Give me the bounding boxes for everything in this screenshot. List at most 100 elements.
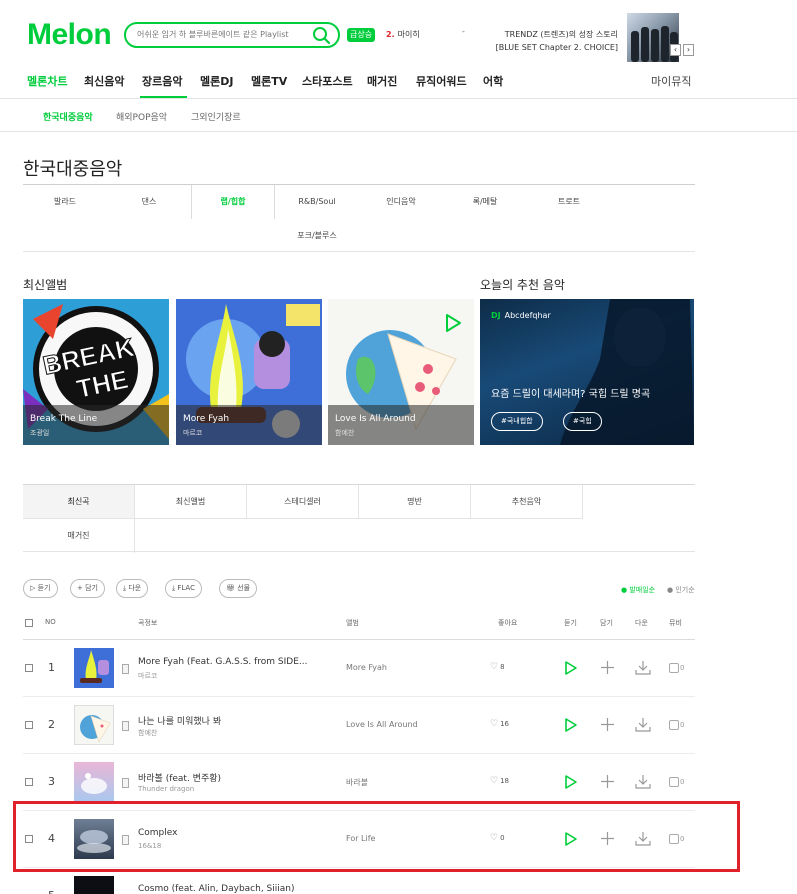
row-checkbox[interactable]: [25, 721, 33, 729]
promo-prev-button[interactable]: ‹: [670, 44, 681, 56]
like-button[interactable]: ♡ 8: [490, 662, 505, 672]
add-icon[interactable]: [600, 660, 615, 675]
play-icon[interactable]: [564, 774, 578, 790]
play-icon[interactable]: [564, 717, 578, 733]
song-thumbnail[interactable]: [74, 876, 114, 894]
realtime-keyword-text: 마이히: [397, 30, 420, 39]
song-title[interactable]: More Fyah (Feat. G.A.S.S. from SIDE...: [138, 657, 308, 667]
song-title[interactable]: 나는 나를 미워했나 봐: [138, 714, 221, 727]
add-icon[interactable]: [600, 717, 615, 732]
tab-new-songs[interactable]: 최신곡: [23, 485, 135, 519]
gnb-chart[interactable]: 멜론차트: [27, 73, 67, 89]
row-divider: [23, 753, 695, 754]
genre-trot[interactable]: 트로트: [527, 185, 611, 219]
genre-hiphop[interactable]: 랩/힙합: [191, 185, 275, 219]
song-artist[interactable]: 마르코: [138, 671, 157, 681]
play-all-button[interactable]: ▷ 듣기: [23, 579, 58, 598]
add-icon[interactable]: [600, 774, 615, 789]
play-overlay-icon[interactable]: [440, 311, 464, 335]
download-icon[interactable]: [635, 717, 651, 732]
song-info-icon[interactable]: [122, 664, 129, 674]
album-title: Break The Line: [30, 414, 98, 424]
mv-button[interactable]: 0: [669, 663, 684, 673]
divider: [0, 98, 797, 99]
subnav-pop[interactable]: 해외POP음악: [116, 110, 167, 123]
song-thumbnail[interactable]: [74, 705, 114, 745]
gnb-melon-tv[interactable]: 멜론TV: [251, 73, 287, 89]
genre-folk[interactable]: 포크/블루스: [275, 219, 359, 253]
col-album: 앨범: [346, 619, 359, 627]
song-info-icon[interactable]: [122, 778, 129, 788]
realtime-keyword[interactable]: 2. 마이히: [386, 29, 420, 40]
promo-line-1: TRENDZ (트렌즈)의 성장 스토리: [504, 30, 618, 39]
gift-button[interactable]: 🎁︎ 선물: [219, 579, 258, 598]
sort-release[interactable]: ● 발매일순: [621, 585, 655, 595]
row-checkbox[interactable]: [25, 778, 33, 786]
song-title[interactable]: Cosmo (feat. Alin, Daybach, Siiian): [138, 884, 295, 894]
subnav-other[interactable]: 그외인기장르: [191, 110, 241, 123]
song-artist[interactable]: Thunder dragon: [138, 785, 194, 793]
gnb-music-award[interactable]: 뮤직어워드: [416, 73, 467, 89]
heart-icon: ♡: [490, 776, 499, 786]
tab-steady-seller[interactable]: 스테디셀러: [247, 485, 359, 519]
song-info-icon[interactable]: [122, 721, 129, 731]
row-number: 2: [48, 718, 55, 731]
album-card-break-the-line[interactable]: BREAK THE Break The Line 조광일: [23, 299, 169, 445]
add-all-button[interactable]: + 담기: [70, 579, 105, 598]
row-checkbox[interactable]: [25, 664, 33, 672]
album-title: Love Is All Around: [335, 414, 416, 424]
col-like: 좋아요: [498, 619, 518, 627]
my-music-link[interactable]: 마이뮤직: [651, 73, 691, 89]
realtime-dash: -: [462, 27, 465, 36]
tab-new-albums[interactable]: 최신앨범: [135, 485, 247, 519]
genre-rock[interactable]: 록/메탈: [443, 185, 527, 219]
recommend-card[interactable]: DJ Abcdefqhar 요즘 드릴이 대세라며? 국힙 드릴 명곡 #국내힙합…: [480, 299, 694, 445]
mv-button[interactable]: 0: [669, 777, 684, 787]
gnb-language[interactable]: 어학: [483, 73, 503, 89]
download-icon[interactable]: [635, 660, 651, 675]
search-box[interactable]: 어쉬운 임거 하 블루바른에이트 같은 Playlist: [124, 22, 340, 48]
download-icon[interactable]: [635, 774, 651, 789]
genre-indie[interactable]: 인디음악: [359, 185, 443, 219]
search-input[interactable]: 어쉬운 임거 하 블루바른에이트 같은 Playlist: [137, 29, 289, 40]
gnb-starpost[interactable]: 스타포스트: [302, 73, 353, 89]
page-title: 한국대중음악: [23, 159, 123, 180]
mv-button[interactable]: 0: [669, 720, 684, 730]
genre-dance[interactable]: 댄스: [107, 185, 191, 219]
promo-banner-text[interactable]: TRENDZ (트렌즈)의 성장 스토리 [BLUE SET Chapter 2…: [480, 28, 618, 54]
gnb-melon-dj[interactable]: 멜론DJ: [200, 73, 233, 89]
download-button[interactable]: ⤓ 다운: [116, 579, 149, 598]
sort-popular[interactable]: ● 인기순: [667, 585, 695, 595]
song-thumbnail[interactable]: [74, 762, 114, 802]
tab-recommended[interactable]: 추천음악: [471, 485, 583, 519]
song-album[interactable]: Love Is All Around: [346, 720, 418, 729]
like-button[interactable]: ♡ 16: [490, 719, 509, 729]
gnb-genre[interactable]: 장르음악: [142, 73, 182, 89]
play-icon[interactable]: [564, 660, 578, 676]
tag-korean-hiphop[interactable]: #국내힙합: [491, 412, 543, 431]
gnb-new-music[interactable]: 최신음악: [84, 73, 124, 89]
flac-button[interactable]: ⤓ FLAC: [165, 579, 202, 598]
search-icon[interactable]: [310, 25, 332, 45]
tag-kuk-hip[interactable]: #국힙: [563, 412, 602, 431]
album-card-more-fyah[interactable]: More Fyah 마르코: [176, 299, 322, 445]
song-thumbnail[interactable]: [74, 648, 114, 688]
song-album[interactable]: More Fyah: [346, 663, 387, 672]
album-card-love-is-all-around[interactable]: Love Is All Around 함예찬: [328, 299, 474, 445]
song-album[interactable]: 바라볼: [346, 777, 368, 788]
song-artist[interactable]: 함예찬: [138, 728, 157, 738]
tab-classic-albums[interactable]: 명반: [359, 485, 471, 519]
gnb-magazine[interactable]: 매거진: [367, 73, 397, 89]
select-all-checkbox[interactable]: [25, 619, 33, 627]
song-title[interactable]: 바라볼 (feat. 변주황): [138, 771, 221, 784]
realtime-rank: 2.: [386, 30, 395, 39]
like-button[interactable]: ♡ 18: [490, 776, 509, 786]
genre-rnb[interactable]: R&B/Soul: [275, 185, 359, 219]
genre-ballad[interactable]: 발라드: [23, 185, 107, 219]
promo-next-button[interactable]: ›: [683, 44, 694, 56]
dj-label: DJ Abcdefqhar: [491, 311, 551, 320]
tab-magazine[interactable]: 매거진: [23, 519, 135, 553]
subnav-korean[interactable]: 한국대중음악: [43, 110, 93, 123]
melon-logo[interactable]: Melon: [27, 18, 112, 52]
album-artist: 조광일: [30, 429, 50, 437]
